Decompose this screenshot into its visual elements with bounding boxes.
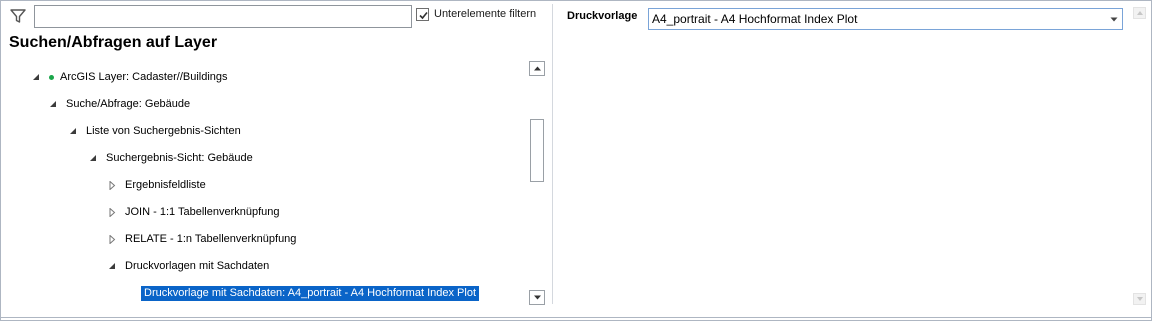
layer-tree[interactable]: ArcGIS Layer: Cadaster//Buildings Suche/… <box>1 63 528 308</box>
tree-node-label: Druckvorlagen mit Sachdaten <box>125 260 270 272</box>
scroll-up-arrow-icon <box>1137 11 1143 15</box>
subelements-filter-toggle[interactable]: Unterelemente filtern <box>416 6 536 22</box>
tree-node-label: Ergebnisfeldliste <box>125 179 206 191</box>
scroll-down-button[interactable] <box>529 290 545 305</box>
expanded-triangle-icon[interactable] <box>89 154 98 163</box>
scroll-up-button[interactable] <box>529 61 545 76</box>
subelements-filter-label: Unterelemente filtern <box>434 8 537 20</box>
scroll-thumb[interactable] <box>530 119 544 182</box>
bottom-divider <box>0 317 1152 318</box>
scroll-down-button[interactable] <box>1133 293 1146 305</box>
properties-vertical-scrollbar[interactable] <box>1133 7 1146 305</box>
tree-node-arcgis-layer[interactable]: ArcGIS Layer: Cadaster//Buildings <box>32 69 228 85</box>
scroll-up-button[interactable] <box>1133 7 1146 19</box>
tree-node-label: Druckvorlage mit Sachdaten: A4_portrait … <box>141 285 479 301</box>
subelements-filter-checkbox[interactable] <box>416 7 429 21</box>
pane-splitter[interactable] <box>552 4 553 304</box>
checkmark-icon <box>419 11 428 19</box>
tree-node-relate[interactable]: RELATE - 1:n Tabellenverknüpfung <box>108 231 296 247</box>
tree-node-label: Suchergebnis-Sicht: Gebäude <box>106 152 253 164</box>
scroll-down-arrow-icon <box>534 295 541 300</box>
tree-node-print-template-selected[interactable]: Druckvorlage mit Sachdaten: A4_portrait … <box>141 285 479 301</box>
tree-node-label: JOIN - 1:1 Tabellenverknüpfung <box>125 206 280 218</box>
print-template-label: Druckvorlage <box>567 10 638 22</box>
funnel-icon[interactable] <box>9 7 27 25</box>
tree-node-label: ArcGIS Layer: Cadaster//Buildings <box>60 71 228 83</box>
tree-node-print-templates[interactable]: Druckvorlagen mit Sachdaten <box>108 258 269 274</box>
expanded-triangle-icon[interactable] <box>69 127 78 136</box>
expanded-triangle-icon[interactable] <box>32 73 41 82</box>
expanded-triangle-icon[interactable] <box>108 262 117 271</box>
tree-node-result-view[interactable]: Suchergebnis-Sicht: Gebäude <box>89 150 253 166</box>
left-pane: Unterelemente filtern Suchen/Abfragen au… <box>1 1 550 319</box>
tree-node-label: RELATE - 1:n Tabellenverknüpfung <box>125 233 297 245</box>
pane-title: Suchen/Abfragen auf Layer <box>9 34 218 51</box>
filter-input[interactable] <box>34 5 412 28</box>
properties-pane: Druckvorlage A4_portrait - A4 Hochformat… <box>556 1 1150 319</box>
tree-node-label: Suche/Abfrage: Gebäude <box>66 98 191 110</box>
collapsed-triangle-icon[interactable] <box>108 180 117 190</box>
tree-node-label: Liste von Suchergebnis-Sichten <box>86 125 241 137</box>
print-template-value: A4_portrait - A4 Hochformat Index Plot <box>652 12 858 26</box>
scroll-up-arrow-icon <box>534 66 541 71</box>
chevron-down-icon[interactable] <box>1106 9 1122 29</box>
tree-node-result-field-list[interactable]: Ergebnisfeldliste <box>108 177 206 193</box>
expanded-triangle-icon[interactable] <box>49 100 58 109</box>
tree-node-join[interactable]: JOIN - 1:1 Tabellenverknüpfung <box>108 204 280 220</box>
tree-node-result-view-list[interactable]: Liste von Suchergebnis-Sichten <box>69 123 241 139</box>
scroll-down-arrow-icon <box>1137 297 1143 301</box>
tree-node-search-query[interactable]: Suche/Abfrage: Gebäude <box>49 96 190 112</box>
print-template-dropdown[interactable]: A4_portrait - A4 Hochformat Index Plot <box>648 8 1123 30</box>
collapsed-triangle-icon[interactable] <box>108 207 117 217</box>
collapsed-triangle-icon[interactable] <box>108 234 117 244</box>
tree-vertical-scrollbar[interactable] <box>529 61 546 305</box>
status-dot-icon <box>49 74 54 80</box>
